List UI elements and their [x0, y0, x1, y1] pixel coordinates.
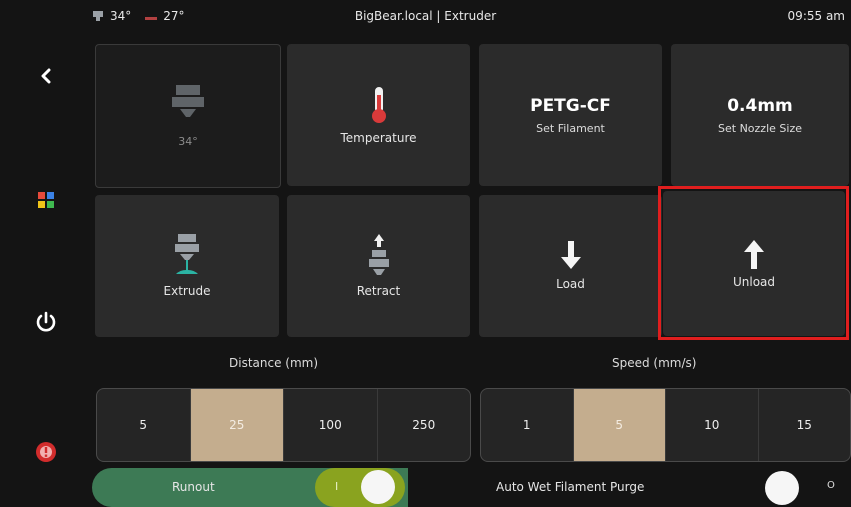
distance-option-100[interactable]: 100: [284, 389, 378, 461]
runout-toggle[interactable]: I: [315, 468, 405, 507]
unload-highlight-box: [658, 186, 849, 340]
extrude-button[interactable]: Extrude: [95, 195, 279, 337]
nozzle-size-value: 0.4mm: [727, 95, 793, 116]
toggle-on-mark: I: [335, 480, 339, 493]
retract-button[interactable]: Retract: [287, 195, 470, 337]
extrude-icon: [175, 234, 199, 274]
extruder-select-tile[interactable]: 34°: [95, 44, 281, 188]
arrow-down-icon: [560, 241, 581, 269]
nozzle-size-label: Set Nozzle Size: [718, 121, 802, 135]
distance-option-5[interactable]: 5: [97, 389, 191, 461]
set-nozzle-size-tile[interactable]: 0.4mm Set Nozzle Size: [671, 44, 849, 186]
back-button[interactable]: [26, 56, 66, 96]
speed-option-5[interactable]: 5: [573, 389, 666, 461]
load-button[interactable]: Load: [479, 195, 662, 337]
extruder-current-temp: 34°: [178, 134, 198, 148]
filament-value: PETG-CF: [530, 95, 611, 116]
distance-option-25[interactable]: 25: [190, 389, 284, 461]
sidebar: [0, 32, 92, 507]
distance-label: Distance (mm): [229, 356, 319, 370]
auto-wet-purge-toggle-knob: [765, 471, 799, 505]
clock: 09:55 am: [787, 9, 845, 23]
power-icon: [36, 311, 56, 332]
speed-option-10[interactable]: 10: [666, 389, 759, 461]
extrude-label: Extrude: [163, 284, 211, 298]
grid-icon: [38, 192, 54, 208]
temperature-label: Temperature: [340, 131, 417, 145]
page-title: BigBear.local | Extruder: [354, 9, 497, 23]
main-menu-button[interactable]: [26, 180, 66, 220]
speed-option-1[interactable]: 1: [481, 389, 574, 461]
chevron-left-icon: [41, 68, 51, 84]
auto-wet-purge-label: Auto Wet Filament Purge: [496, 480, 645, 494]
speed-option-15[interactable]: 15: [759, 389, 851, 461]
distance-selector: 5 25 100 250: [96, 388, 471, 462]
power-button[interactable]: [26, 302, 66, 342]
alert-icon: [36, 442, 56, 462]
runout-toggle-knob: [361, 470, 395, 504]
speed-label: Speed (mm/s): [612, 356, 697, 370]
retract-label: Retract: [356, 284, 401, 298]
auto-wet-purge-toggle[interactable]: O: [765, 470, 845, 506]
speed-selector: 1 5 10 15: [480, 388, 851, 462]
filament-label: Set Filament: [536, 121, 605, 135]
retract-icon: [368, 234, 389, 275]
set-filament-tile[interactable]: PETG-CF Set Filament: [479, 44, 662, 186]
temperature-tile[interactable]: Temperature: [287, 44, 470, 186]
distance-option-250[interactable]: 250: [378, 389, 471, 461]
extruder-nozzle-icon: [172, 84, 204, 117]
load-label: Load: [556, 277, 585, 291]
runout-label: Runout: [172, 480, 215, 494]
emergency-stop-button[interactable]: [26, 432, 66, 472]
thermometer-icon: [371, 87, 386, 123]
top-bar: 34° 27° BigBear.local | Extruder 09:55 a…: [0, 0, 851, 32]
toggle-off-mark: O: [827, 480, 835, 491]
